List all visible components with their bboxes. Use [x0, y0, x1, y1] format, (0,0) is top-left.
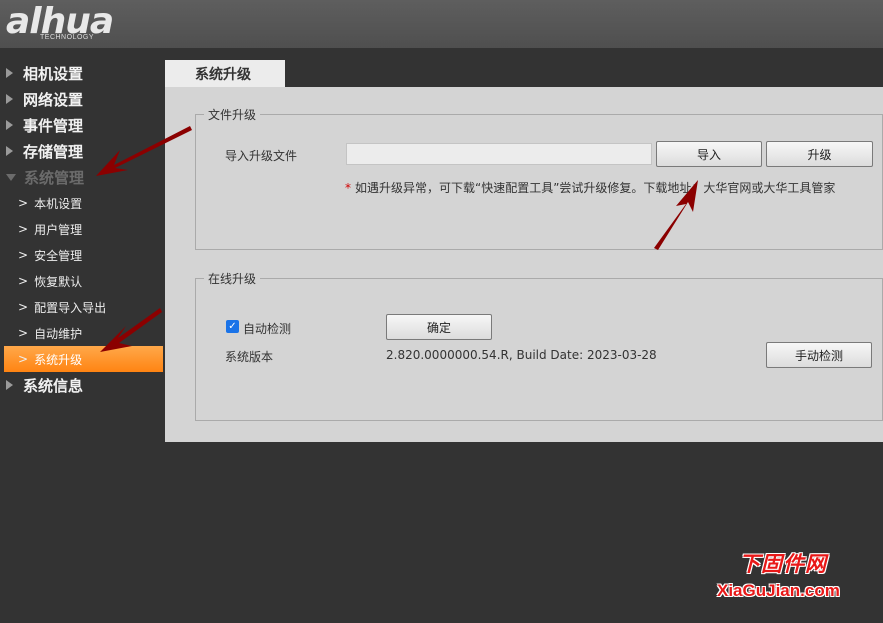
chevron-right-icon: > [18, 274, 29, 288]
chevron-right-icon: > [18, 326, 29, 340]
sidebar-subitem-label: 自动维护 [34, 326, 83, 341]
required-star: * [345, 181, 351, 195]
chevron-right-icon: > [18, 248, 29, 262]
sidebar-item-label: 网络设置 [23, 90, 84, 109]
sidebar-subitem-user-management[interactable]: > 用户管理 [0, 216, 163, 242]
system-version-label: 系统版本 [225, 350, 274, 364]
triangle-right-icon [6, 380, 13, 390]
sidebar-item-label: 系统管理 [24, 168, 85, 187]
chevron-right-icon: > [18, 352, 29, 366]
logo-subtitle: TECHNOLOGY [40, 34, 95, 41]
triangle-right-icon [6, 146, 13, 156]
triangle-right-icon [6, 94, 13, 104]
sidebar-subitem-label: 安全管理 [34, 248, 83, 263]
sidebar-item-label: 存储管理 [23, 142, 84, 161]
sidebar: 相机设置 网络设置 事件管理 存储管理 系统管理 > 本机设置 > 用户管理 >… [0, 60, 163, 398]
chevron-right-icon: > [18, 196, 29, 210]
confirm-button[interactable]: 确定 [386, 314, 492, 340]
file-upgrade-legend: 文件升级 [208, 108, 257, 122]
upgrade-file-input[interactable] [346, 143, 652, 165]
sidebar-item-storage-management[interactable]: 存储管理 [0, 138, 163, 164]
sidebar-subitem-label: 恢复默认 [34, 274, 83, 289]
import-button[interactable]: 导入 [656, 141, 762, 167]
top-header: alhua TECHNOLOGY [0, 0, 883, 48]
sidebar-subitem-label: 系统升级 [34, 352, 83, 367]
triangle-down-icon [6, 173, 16, 181]
sidebar-item-event-management[interactable]: 事件管理 [0, 112, 163, 138]
main-content: 系统升级 文件升级 导入升级文件 导入 升级 * 如遇升级异常，可下载“快速配置工… [165, 60, 883, 442]
file-upgrade-group: 文件升级 [195, 106, 883, 250]
import-file-label: 导入升级文件 [225, 149, 298, 163]
auto-check-checkbox[interactable]: ✓ [226, 320, 239, 333]
sidebar-item-label: 相机设置 [23, 64, 84, 83]
sidebar-subitem-label: 配置导入导出 [34, 300, 107, 315]
tab-bar-background [285, 60, 883, 87]
system-version-value: 2.820.0000000.54.R, Build Date: 2023-03-… [386, 348, 657, 362]
sidebar-item-network-settings[interactable]: 网络设置 [0, 86, 163, 112]
sidebar-subitem-system-upgrade[interactable]: > 系统升级 [4, 346, 163, 372]
sidebar-subitem-local-settings[interactable]: > 本机设置 [0, 190, 163, 216]
sidebar-subitem-label: 本机设置 [34, 196, 83, 211]
chevron-right-icon: > [18, 300, 29, 314]
dahua-logo: alhua TECHNOLOGY [6, 2, 146, 46]
sidebar-subitem-label: 用户管理 [34, 222, 83, 237]
auto-check-label: 自动检测 [243, 322, 292, 336]
sidebar-item-camera-settings[interactable]: 相机设置 [0, 60, 163, 86]
sidebar-item-system-info[interactable]: 系统信息 [0, 372, 163, 398]
sidebar-item-system-management[interactable]: 系统管理 [0, 164, 163, 190]
watermark-bottom-text: XiaGuJian.com [717, 581, 840, 600]
upgrade-hint-text: 如遇升级异常，可下载“快速配置工具”尝试升级修复。下载地址：大华官网或大华工具管… [355, 181, 836, 195]
sidebar-item-label: 事件管理 [23, 116, 84, 135]
watermark: 下固件网 XiaGuJian.com [715, 548, 875, 604]
sidebar-item-label: 系统信息 [23, 376, 84, 395]
manual-check-button[interactable]: 手动检测 [766, 342, 872, 368]
upgrade-hint: * 如遇升级异常，可下载“快速配置工具”尝试升级修复。下载地址：大华官网或大华工具… [345, 179, 835, 196]
online-upgrade-legend: 在线升级 [208, 272, 257, 286]
watermark-top-text: 下固件网 [739, 552, 827, 576]
chevron-right-icon: > [18, 222, 29, 236]
upgrade-button[interactable]: 升级 [766, 141, 873, 167]
tab-system-upgrade[interactable]: 系统升级 [165, 60, 285, 87]
sidebar-subitem-config-import-export[interactable]: > 配置导入导出 [0, 294, 163, 320]
triangle-right-icon [6, 120, 13, 130]
sidebar-subitem-auto-maintenance[interactable]: > 自动维护 [0, 320, 163, 346]
sidebar-subitem-restore-default[interactable]: > 恢复默认 [0, 268, 163, 294]
sidebar-subitem-security-management[interactable]: > 安全管理 [0, 242, 163, 268]
triangle-right-icon [6, 68, 13, 78]
